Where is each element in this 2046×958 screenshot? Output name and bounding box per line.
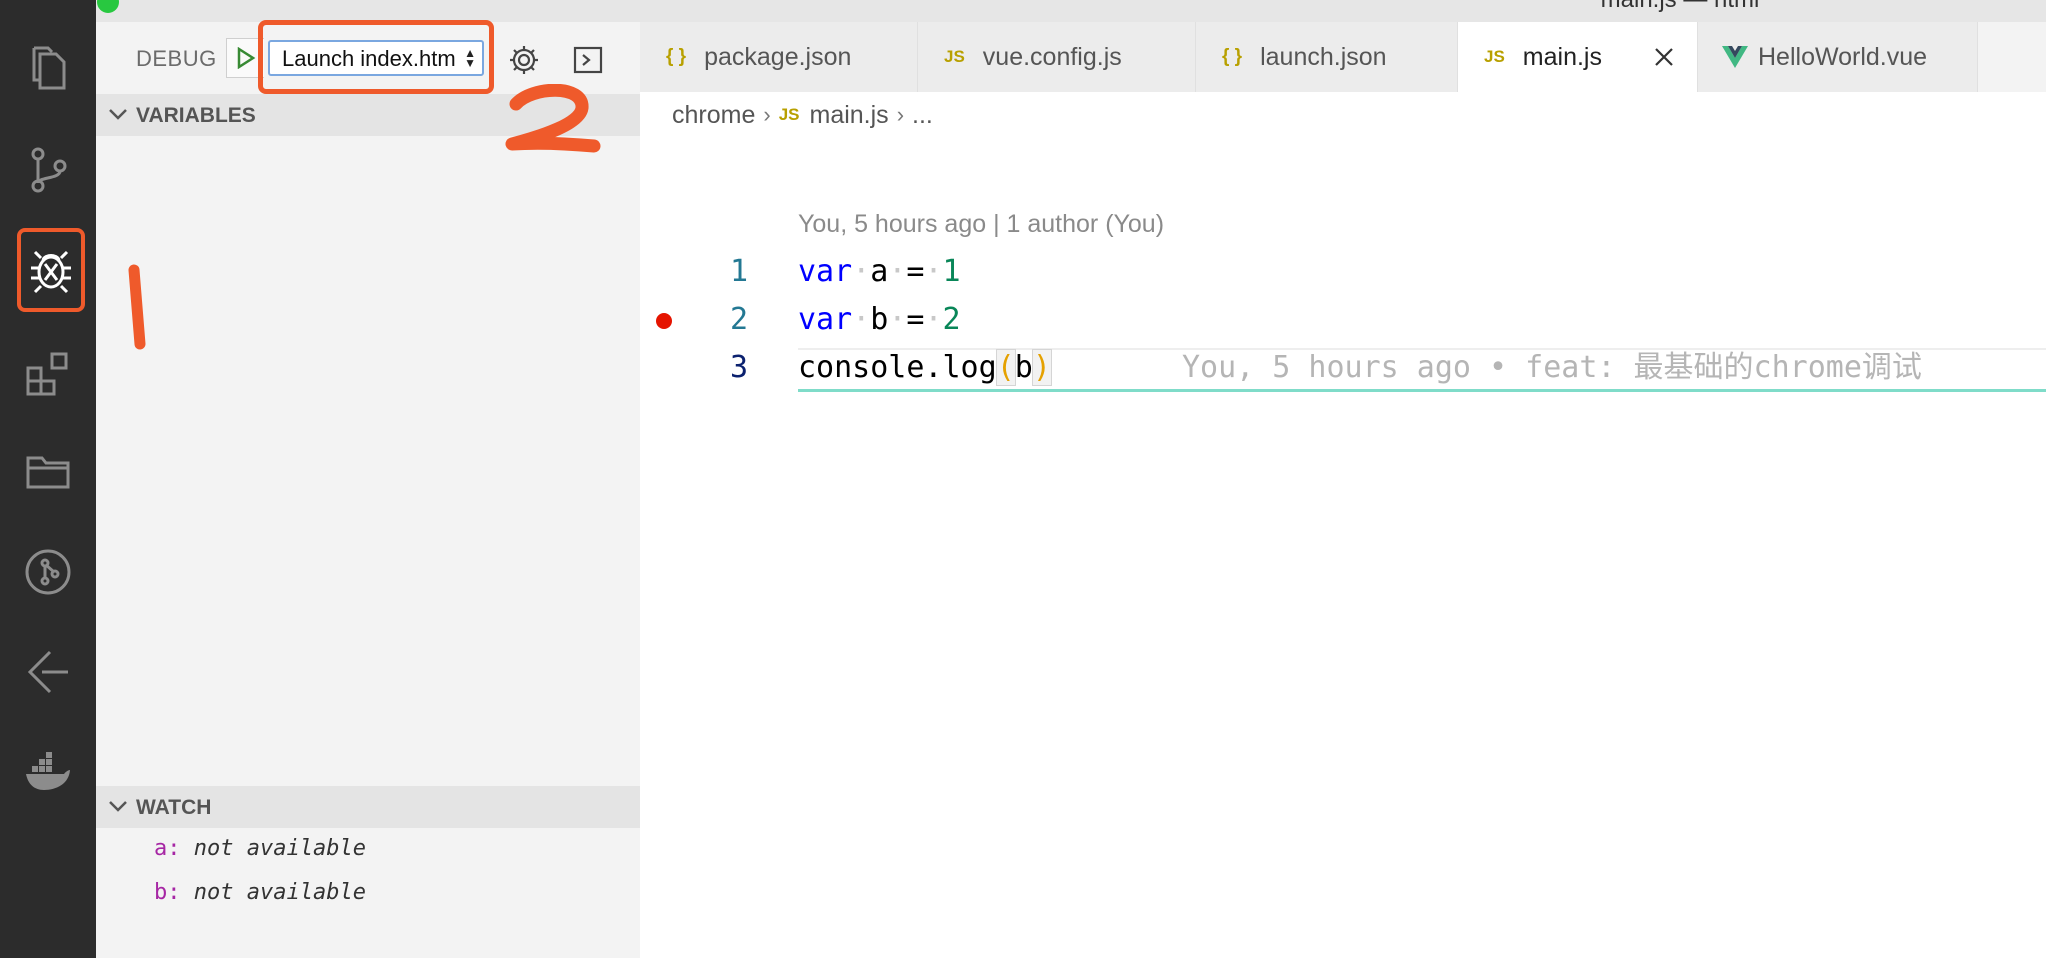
tab-helloworld-vue[interactable]: HelloWorld.vue	[1698, 22, 1978, 92]
line-number: 2	[729, 302, 748, 337]
code-text: var·b·=·2	[798, 302, 961, 337]
folders-icon[interactable]	[18, 442, 78, 502]
breadcrumb-more[interactable]: ...	[912, 101, 933, 130]
inline-blame: You, 5 hours ago • feat: 最基础的chrome调试	[1182, 350, 1922, 385]
code-line[interactable]: 1 var·a·=·1	[0, 250, 2046, 294]
watch-section-header[interactable]: WATCH	[96, 786, 640, 828]
launch-config-select[interactable]: Launch index.htm ▲ ▼	[268, 40, 484, 76]
code-text: var·a·=·1	[798, 254, 961, 289]
watch-item[interactable]: a: not available	[154, 836, 366, 861]
chevron-right-icon: ›	[763, 102, 771, 127]
json-file-icon: { }	[666, 46, 687, 67]
chevron-down-icon	[109, 801, 127, 812]
watch-item[interactable]: b: not available	[154, 880, 366, 905]
zoom-window-button[interactable]	[97, 0, 119, 13]
tab-vue-config-js[interactable]: JS vue.config.js	[918, 22, 1196, 92]
select-arrows-icon: ▲ ▼	[464, 46, 476, 70]
start-debugging-button[interactable]	[226, 38, 264, 78]
line-number: 3	[729, 350, 748, 385]
tab-launch-json[interactable]: { } launch.json	[1196, 22, 1458, 92]
window-title: main.js — html	[1560, 0, 1800, 14]
json-file-icon: { }	[1222, 46, 1243, 67]
source-control-icon[interactable]	[18, 140, 78, 200]
js-file-icon: JS	[778, 105, 800, 124]
debug-label: DEBUG	[136, 46, 217, 71]
git-icon[interactable]	[18, 542, 78, 602]
watch-expression: b:	[154, 880, 181, 905]
code-line[interactable]: 2 var·b·=·2	[0, 298, 2046, 342]
annotation-number-one	[128, 264, 146, 350]
breadcrumb-file[interactable]: main.js	[810, 101, 889, 130]
codelens-blame[interactable]: You, 5 hours ago | 1 author (You)	[798, 210, 1164, 239]
tab-label: vue.config.js	[982, 42, 1122, 71]
launch-config-value: Launch index.htm	[282, 46, 456, 71]
chevron-right-icon: ›	[896, 102, 905, 127]
files-icon[interactable]	[18, 38, 78, 98]
js-file-icon: JS	[944, 47, 965, 66]
js-file-icon: JS	[1484, 47, 1505, 66]
debug-console-icon[interactable]	[572, 44, 604, 76]
tab-label: main.js	[1522, 42, 1602, 71]
code-line[interactable]: 3 console.log(b) You, 5 hours ago • feat…	[0, 346, 2046, 390]
watch-value: not available	[193, 836, 366, 861]
debug-sidebar: DEBUG Launch index.htm ▲ ▼ VARIABLES WATC…	[96, 20, 640, 958]
annotation-number-two	[505, 84, 601, 153]
line-number: 1	[729, 254, 748, 289]
watch-title: WATCH	[136, 796, 212, 819]
tab-main-js[interactable]: JS main.js	[1458, 22, 1698, 92]
docker-icon[interactable]	[18, 742, 78, 802]
gear-icon[interactable]	[508, 44, 540, 76]
activity-bar	[0, 0, 96, 958]
watch-value: not available	[193, 880, 366, 905]
watch-expression: a:	[154, 836, 181, 861]
close-icon[interactable]	[1651, 44, 1677, 70]
play-icon	[237, 47, 255, 69]
vue-file-icon	[1722, 46, 1748, 68]
breadcrumb-folder[interactable]: chrome	[672, 101, 755, 130]
tab-label: launch.json	[1260, 42, 1387, 71]
tab-label: package.json	[704, 42, 852, 71]
chevron-down-icon	[109, 109, 127, 120]
variables-title: VARIABLES	[136, 104, 256, 127]
editor-tab-bar: { } package.json JS vue.config.js { } la…	[640, 22, 2046, 92]
gitlens-icon[interactable]	[18, 642, 78, 702]
code-text: console.log(b)	[798, 349, 1052, 386]
title-bar: main.js — html	[0, 0, 2046, 22]
tab-label: HelloWorld.vue	[1758, 42, 1928, 71]
tab-package-json[interactable]: { } package.json	[640, 22, 918, 92]
breadcrumb: chrome › JS main.js › ...	[672, 98, 933, 132]
